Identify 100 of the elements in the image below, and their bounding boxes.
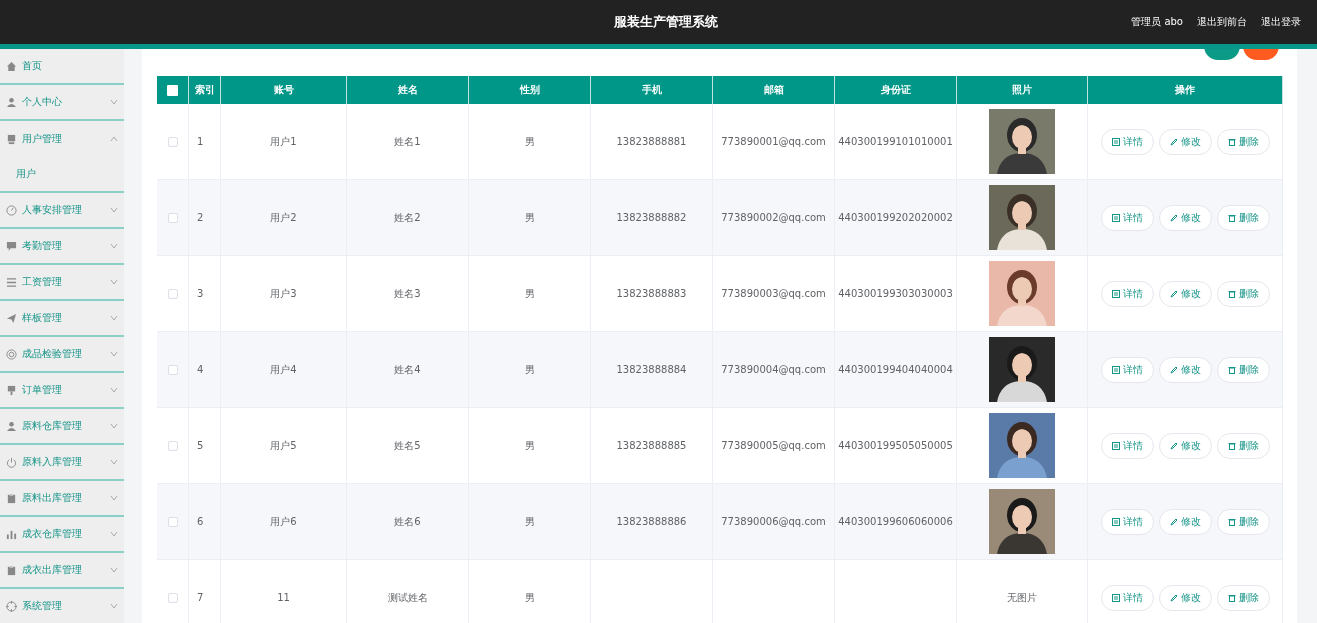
row-checkbox[interactable] (167, 136, 178, 147)
sidebar-item[interactable]: 系统管理 (0, 589, 124, 623)
table-cell: 13823888883 (616, 288, 687, 299)
edit-icon (1169, 365, 1178, 374)
delete-button[interactable]: 删除 (1216, 204, 1270, 231)
table-cell: 1 (197, 136, 204, 147)
header-link[interactable]: 退出登录 (1261, 15, 1301, 29)
header-link[interactable]: 退出到前台 (1197, 15, 1247, 29)
details-button[interactable]: 详情 (1100, 584, 1154, 611)
row-checkbox[interactable] (167, 364, 178, 375)
details-button[interactable]: 详情 (1100, 432, 1154, 459)
table-cell: 13823888881 (616, 136, 687, 147)
sidebar-item[interactable]: 工资管理 (0, 265, 124, 301)
table-cell: 11 (277, 592, 290, 603)
table-cell: 13823888886 (616, 516, 687, 527)
edit-icon (1169, 137, 1178, 146)
table-cell: 男 (524, 210, 535, 225)
table-cell: 773890002@qq.com (721, 212, 826, 223)
delete-button[interactable]: 删除 (1216, 128, 1270, 155)
sidebar-item[interactable]: 订单管理 (0, 373, 124, 409)
trash-icon (1227, 593, 1236, 602)
delete-button[interactable]: 删除 (1216, 432, 1270, 459)
table-cell: 用户4 (270, 362, 297, 377)
sidebar-item[interactable]: 成品检验管理 (0, 337, 124, 373)
details-button[interactable]: 详情 (1100, 280, 1154, 307)
row-checkbox[interactable] (167, 212, 178, 223)
row-checkbox[interactable] (167, 516, 178, 527)
table-cell: 用户2 (270, 210, 297, 225)
sidebar-item[interactable]: 人事安排管理 (0, 193, 124, 229)
details-button[interactable]: 详情 (1100, 204, 1154, 231)
table-cell: 用户5 (270, 438, 297, 453)
edit-icon (1169, 441, 1178, 450)
sidebar-item[interactable]: 首页 (0, 49, 124, 85)
table-cell: 440300199202020002 (838, 212, 953, 223)
table-cell: 男 (524, 286, 535, 301)
row-checkbox[interactable] (167, 288, 178, 299)
table-cell: 男 (524, 514, 535, 529)
column-header: 账号 (221, 76, 347, 104)
edit-button[interactable]: 修改 (1158, 128, 1212, 155)
sidebar-item[interactable]: 原料仓库管理 (0, 409, 124, 445)
sidebar-item[interactable]: 原料入库管理 (0, 445, 124, 481)
table-cell: 13823888884 (616, 364, 687, 375)
ring-icon (6, 348, 17, 360)
details-button[interactable]: 详情 (1100, 508, 1154, 535)
table-cell: 姓名4 (394, 362, 421, 377)
monitor-icon (6, 133, 17, 145)
table-cell: 440300199505050005 (838, 440, 953, 451)
sidebar-item[interactable]: 成衣出库管理 (0, 553, 124, 589)
edit-button[interactable]: 修改 (1158, 584, 1212, 611)
power-icon (6, 456, 17, 468)
trash-icon (1227, 137, 1236, 146)
table-cell: 440300199606060006 (838, 516, 953, 527)
delete-button[interactable]: 删除 (1216, 356, 1270, 383)
select-all-checkbox[interactable] (167, 84, 178, 96)
list-icon (6, 276, 17, 288)
edit-button[interactable]: 修改 (1158, 280, 1212, 307)
table-cell: 测试姓名 (387, 590, 428, 605)
trash-icon (1227, 213, 1236, 222)
table-cell: 用户3 (270, 286, 297, 301)
edit-button[interactable]: 修改 (1158, 356, 1212, 383)
column-header: 邮箱 (713, 76, 835, 104)
table-cell: 姓名1 (394, 134, 421, 149)
sidebar-subitem[interactable]: 用户 (0, 157, 124, 193)
delete-button[interactable]: 删除 (1216, 584, 1270, 611)
details-icon (1111, 289, 1120, 298)
delete-button[interactable]: 删除 (1216, 508, 1270, 535)
column-header: 索引 (189, 76, 221, 104)
edit-button[interactable]: 修改 (1158, 432, 1212, 459)
sidebar-item[interactable]: 个人中心 (0, 85, 124, 121)
row-checkbox[interactable] (167, 440, 178, 451)
table-cell: 3 (197, 288, 204, 299)
table-cell: 7 (197, 592, 204, 603)
sidebar-item[interactable]: 成衣仓库管理 (0, 517, 124, 553)
edit-icon (1169, 289, 1178, 298)
table-cell: 6 (197, 516, 204, 527)
user-name: 管理员 abo (1131, 15, 1183, 29)
table-cell: 773890005@qq.com (721, 440, 826, 451)
no-photo-text: 无图片 (1007, 590, 1037, 605)
sidebar-item[interactable]: 样板管理 (0, 301, 124, 337)
trash-icon (1227, 517, 1236, 526)
table-cell: 4 (197, 364, 204, 375)
sidebar-item[interactable]: 用户管理 (0, 121, 124, 157)
edit-button[interactable]: 修改 (1158, 508, 1212, 535)
table-cell: 5 (197, 440, 204, 451)
sidebar-item[interactable]: 考勤管理 (0, 229, 124, 265)
table-cell: 440300199303030003 (838, 288, 953, 299)
sidebar-item[interactable]: 原料出库管理 (0, 481, 124, 517)
table-cell: 13823888882 (616, 212, 687, 223)
clipboard-icon (6, 564, 17, 576)
edit-button[interactable]: 修改 (1158, 204, 1212, 231)
delete-button[interactable]: 删除 (1216, 280, 1270, 307)
table-cell: 用户1 (270, 134, 297, 149)
row-checkbox[interactable] (167, 592, 178, 603)
details-button[interactable]: 详情 (1100, 356, 1154, 383)
details-icon (1111, 137, 1120, 146)
trash-icon (1227, 289, 1236, 298)
table-cell: 姓名5 (394, 438, 421, 453)
column-header: 照片 (957, 76, 1088, 104)
details-icon (1111, 441, 1120, 450)
details-button[interactable]: 详情 (1100, 128, 1154, 155)
